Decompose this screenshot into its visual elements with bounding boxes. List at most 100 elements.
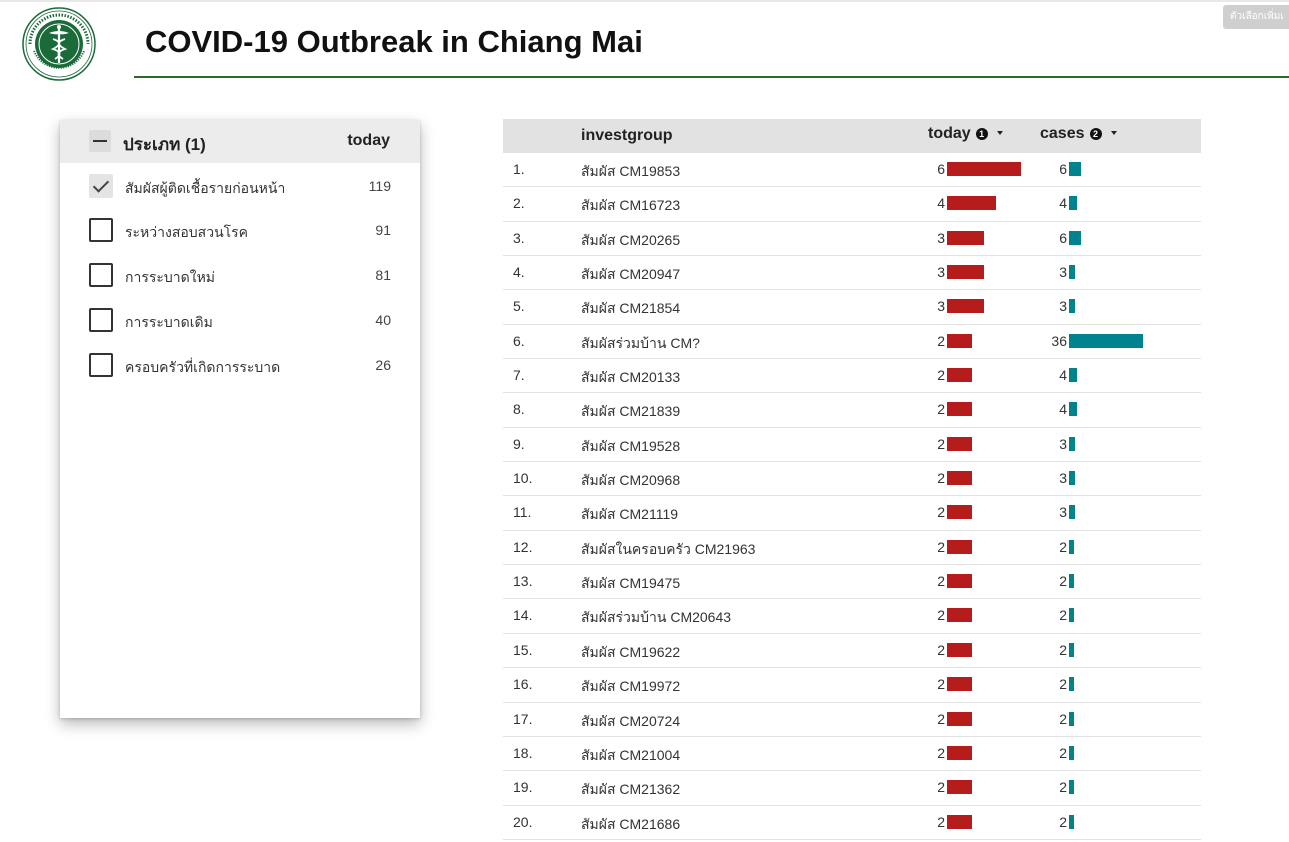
column-header-today[interactable]: today 1 <box>928 125 1003 143</box>
filter-option-count: 81 <box>375 267 391 283</box>
today-bar <box>947 574 972 589</box>
checkbox-checked[interactable] <box>89 174 113 198</box>
table-row[interactable]: 18. สัมผัส CM21004 2 2 <box>503 737 1201 772</box>
table-row[interactable]: 20. สัมผัส CM21686 2 2 <box>503 806 1201 840</box>
checkbox[interactable] <box>89 218 113 242</box>
cases-bar <box>1069 436 1076 451</box>
top-border <box>0 0 1289 2</box>
cases-bar <box>1069 574 1074 589</box>
cases-bar <box>1069 780 1074 795</box>
cases-bar <box>1069 196 1078 211</box>
checkbox[interactable] <box>89 263 113 287</box>
row-index: 5. <box>513 298 525 315</box>
row-index: 8. <box>513 401 525 418</box>
filter-option[interactable]: สัมผัสผู้ติดเชื้อรายก่อนหน้า 119 <box>60 164 420 208</box>
sort-desc-icon[interactable] <box>1110 131 1117 135</box>
table-row[interactable]: 8. สัมผัส CM21839 2 4 <box>503 393 1201 428</box>
row-cases-value: 2 <box>1059 710 1067 727</box>
row-today-value: 2 <box>937 744 945 761</box>
row-today-value: 2 <box>937 607 945 624</box>
row-cases-value: 6 <box>1059 161 1067 177</box>
row-index: 13. <box>513 573 533 590</box>
table-body: 1. สัมผัส CM19853 6 6 2. สัมผัส CM16723 4 4 3. สั… <box>503 153 1201 840</box>
table-row[interactable]: 2. สัมผัส CM16723 4 4 <box>503 187 1201 222</box>
today-bar <box>947 368 972 383</box>
row-investgroup: สัมผัส CM20947 <box>581 266 681 283</box>
table-row[interactable]: 10. สัมผัส CM20968 2 3 <box>503 462 1201 497</box>
table-row[interactable]: 12. สัมผัสในครอบครัว CM21963 2 2 <box>503 531 1201 566</box>
today-bar <box>947 505 972 520</box>
cases-bar <box>1069 265 1076 280</box>
table-row[interactable]: 11. สัมผัส CM21119 2 3 <box>503 496 1201 531</box>
more-selectors-button[interactable]: ตัวเลือกเพิ่มเ <box>1223 5 1289 29</box>
today-bar <box>947 196 997 211</box>
row-cases-value: 3 <box>1059 435 1067 452</box>
today-bar <box>947 299 984 314</box>
row-index: 10. <box>513 470 533 487</box>
checkbox[interactable] <box>89 308 113 332</box>
filter-option[interactable]: ครอบครัวที่เกิดการระบาด 26 <box>60 343 420 388</box>
row-today-value: 3 <box>937 264 945 281</box>
table-row[interactable]: 1. สัมผัส CM19853 6 6 <box>503 153 1201 188</box>
row-cases-value: 2 <box>1059 676 1067 693</box>
row-index: 15. <box>513 641 533 658</box>
table-row[interactable]: 9. สัมผัส CM19528 2 3 <box>503 428 1201 463</box>
row-today-value: 2 <box>937 504 945 521</box>
cases-bar <box>1069 745 1074 760</box>
today-bar <box>947 745 972 760</box>
table-header: investgroup today 1 cases 2 <box>503 119 1201 153</box>
row-today-value: 2 <box>937 332 945 349</box>
row-cases-value: 2 <box>1059 573 1067 590</box>
category-filter-panel: ประเภท (1) today สัมผัสผู้ติดเชื้อรายก่อ… <box>60 120 420 718</box>
table-row[interactable]: 6. สัมผัสร่วมบ้าน CM? 2 36 <box>503 325 1201 360</box>
filter-option[interactable]: การระบาดเดิม 40 <box>60 298 420 343</box>
today-bar <box>947 677 972 692</box>
row-investgroup: สัมผัส CM20724 <box>581 712 681 729</box>
cases-bar <box>1069 608 1074 623</box>
filter-option-label: การระบาดเดิม <box>125 314 213 330</box>
column-header-cases[interactable]: cases 2 <box>1040 125 1117 143</box>
row-today-value: 2 <box>937 401 945 418</box>
row-index: 3. <box>513 229 525 246</box>
filter-option[interactable]: การระบาดใหม่ 81 <box>60 253 420 298</box>
table-row[interactable]: 4. สัมผัส CM20947 3 3 <box>503 256 1201 291</box>
table-row[interactable]: 14. สัมผัสร่วมบ้าน CM20643 2 2 <box>503 599 1201 634</box>
row-investgroup: สัมผัสร่วมบ้าน CM20643 <box>581 609 732 626</box>
cases-bar <box>1069 505 1076 520</box>
row-index: 1. <box>513 161 525 177</box>
row-investgroup: สัมผัสในครอบครัว CM21963 <box>581 540 756 557</box>
filter-option-count: 91 <box>375 222 391 238</box>
row-cases-value: 2 <box>1059 607 1067 624</box>
table-row[interactable]: 15. สัมผัส CM19622 2 2 <box>503 634 1201 669</box>
cases-bar <box>1069 814 1074 829</box>
table-row[interactable]: 13. สัมผัส CM19475 2 2 <box>503 565 1201 600</box>
today-bar <box>947 230 984 245</box>
table-row[interactable]: 3. สัมผัส CM20265 3 6 <box>503 222 1201 257</box>
page-title: COVID-19 Outbreak in Chiang Mai <box>145 24 643 59</box>
checkbox[interactable] <box>89 353 113 377</box>
table-row[interactable]: 17. สัมผัส CM20724 2 2 <box>503 703 1201 737</box>
select-all-checkbox[interactable] <box>89 130 111 152</box>
row-cases-value: 36 <box>1051 332 1067 349</box>
table-row[interactable]: 19. สัมผัส CM21362 2 2 <box>503 771 1201 806</box>
filter-options: สัมผัสผู้ติดเชื้อรายก่อนหน้า 119 ระหว่าง… <box>60 163 420 388</box>
column-header-today-label: today <box>928 125 971 142</box>
filter-metric-label[interactable]: today <box>347 132 390 150</box>
row-investgroup: สัมผัส CM19972 <box>581 678 681 695</box>
row-index: 9. <box>513 435 525 452</box>
row-cases-value: 3 <box>1059 264 1067 281</box>
sort-desc-icon[interactable] <box>996 131 1003 135</box>
table-row[interactable]: 16. สัมผัส CM19972 2 2 <box>503 668 1201 703</box>
row-index: 16. <box>513 676 533 693</box>
row-today-value: 3 <box>937 298 945 315</box>
table-row[interactable]: 5. สัมผัส CM21854 3 3 <box>503 290 1201 325</box>
row-cases-value: 3 <box>1059 504 1067 521</box>
table-row[interactable]: 7. สัมผัส CM20133 2 4 <box>503 359 1201 394</box>
filter-option[interactable]: ระหว่างสอบสวนโรค 91 <box>60 208 420 253</box>
today-bar <box>947 711 972 726</box>
filter-option-label: สัมผัสผู้ติดเชื้อรายก่อนหน้า <box>125 180 286 196</box>
row-cases-value: 3 <box>1059 298 1067 315</box>
row-today-value: 2 <box>937 470 945 487</box>
row-investgroup: สัมผัส CM21119 <box>581 506 679 523</box>
column-header-investgroup[interactable]: investgroup <box>581 127 673 145</box>
